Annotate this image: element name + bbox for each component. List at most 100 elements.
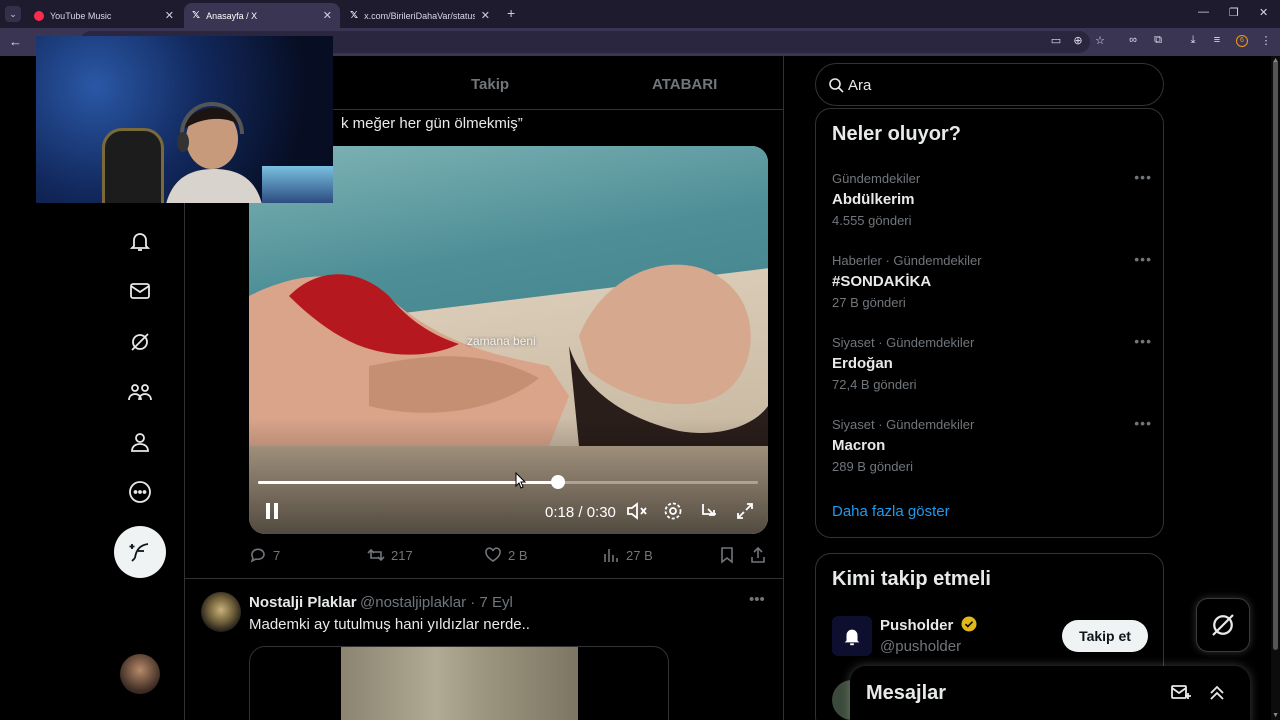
share-icon[interactable]	[749, 546, 767, 564]
grok-floating-button[interactable]	[1196, 598, 1250, 652]
scroll-up-arrow-icon[interactable]: ▲	[1272, 57, 1279, 64]
browser-menu-icon[interactable]: ⋮	[1258, 34, 1274, 47]
bookmark-star-icon[interactable]: ☆	[1092, 34, 1108, 47]
tab-close-icon[interactable]: ✕	[481, 9, 490, 22]
views-button[interactable]: 27 B	[602, 546, 653, 564]
browser-tab-bar: ⌄ YouTube Music ✕ 𝕏 Anasayfa / X ✕ 𝕏 x.c…	[0, 0, 1280, 28]
trend-name: #SONDAKİKA	[832, 273, 932, 290]
show-more-link[interactable]: Daha fazla göster	[832, 503, 950, 520]
trend-more-icon[interactable]: •••	[1134, 333, 1152, 349]
zoom-icon[interactable]: ⊕	[1070, 34, 1086, 47]
suggestion-handle: @pusholder	[880, 638, 962, 655]
trend-context: Siyaset · Gündemdekiler	[832, 335, 975, 350]
reply-icon	[250, 548, 265, 563]
tab-anasayfa-x[interactable]: 𝕏 Anasayfa / X ✕	[184, 3, 340, 28]
page-scrollbar[interactable]: ▲ ▼	[1271, 56, 1280, 720]
tweet-text: k meğer her gün ölmekmiş”	[341, 115, 523, 132]
tab-atabari[interactable]: ATABARI	[652, 76, 717, 93]
new-tab-button[interactable]: +	[507, 5, 515, 21]
account-avatar[interactable]	[120, 654, 160, 694]
tweet-divider	[185, 578, 784, 579]
tab-title: x.com/BirileriDahaVar/status/18	[364, 10, 475, 21]
trends-card: Neler oluyor? Gündemdekiler Abdülkerim 4…	[815, 108, 1164, 538]
tweet-text: Mademki ay tutulmuş hani yıldızlar nerde…	[249, 616, 530, 633]
bell-logo-icon	[844, 629, 860, 646]
webcam-overlay	[36, 36, 333, 203]
extensions-icon[interactable]: ⧉	[1150, 34, 1166, 47]
tweet-more-icon[interactable]: •••	[749, 591, 765, 608]
close-window-icon[interactable]: ✕	[1259, 6, 1268, 19]
scroll-down-arrow-icon[interactable]: ▼	[1272, 712, 1279, 719]
tab-title: Anasayfa / X	[206, 10, 258, 21]
repost-icon	[367, 548, 385, 562]
pause-icon[interactable]	[261, 500, 283, 522]
trend-item[interactable]: Gündemdekiler Abdülkerim 4.555 gönderi •…	[832, 169, 1152, 231]
tweet-media[interactable]	[249, 646, 669, 720]
trend-more-icon[interactable]: •••	[1134, 169, 1152, 185]
tab-close-icon[interactable]: ✕	[165, 9, 174, 22]
mute-icon[interactable]	[625, 500, 649, 522]
trend-count: 4.555 gönderi	[832, 213, 912, 228]
webcam-person	[166, 102, 262, 203]
who-to-follow-title: Kimi takip etmeli	[832, 568, 991, 590]
trend-count: 72,4 B gönderi	[832, 377, 917, 392]
search-input[interactable]: Ara	[848, 77, 871, 94]
messages-envelope-icon[interactable]	[122, 273, 158, 309]
search-box[interactable]: Ara	[815, 63, 1164, 106]
restore-icon[interactable]: ❐	[1229, 6, 1239, 19]
tweet-actions: 7 217 2 B 27 B	[249, 546, 768, 568]
back-arrow-icon[interactable]: ←	[9, 34, 22, 49]
tweet-author-handle[interactable]: @nostaljiplaklar · 7 Eyl	[360, 594, 513, 611]
tweet-video-player[interactable]: zamana beni 0:18 / 0:30	[249, 146, 768, 534]
download-icon[interactable]: ⤓	[1185, 34, 1201, 47]
suggestion-name[interactable]: Pusholder	[880, 616, 977, 634]
like-button[interactable]: 2 B	[484, 546, 528, 564]
tab-takip[interactable]: Takip	[471, 76, 509, 93]
video-progress-bar[interactable]	[258, 475, 758, 489]
cast-icon[interactable]: ▭	[1048, 34, 1064, 47]
repost-count: 217	[391, 547, 413, 563]
video-progress-knob[interactable]	[551, 475, 565, 489]
repost-button[interactable]: 217	[367, 546, 413, 564]
notifications-bell-icon[interactable]	[122, 223, 158, 259]
nostalji-plaklar-avatar[interactable]	[201, 592, 241, 632]
settings-gear-icon[interactable]	[661, 500, 685, 522]
media-queue-icon[interactable]: ≡	[1209, 34, 1225, 46]
extension-badge[interactable]: 6	[1236, 35, 1248, 47]
picture-in-picture-icon[interactable]	[697, 500, 721, 522]
reply-button[interactable]: 7	[249, 546, 280, 564]
minimize-icon[interactable]: —	[1198, 6, 1209, 18]
follow-button[interactable]: Takip et	[1062, 620, 1148, 652]
tweet-author-name[interactable]: Nostalji Plaklar	[249, 594, 357, 611]
messages-drawer[interactable]: Mesajlar	[850, 666, 1250, 720]
trend-name: Abdülkerim	[832, 191, 915, 208]
video-time: 0:18 / 0:30	[545, 504, 616, 521]
scrollbar-thumb[interactable]	[1273, 60, 1278, 650]
tab-youtube-music[interactable]: YouTube Music ✕	[26, 3, 182, 28]
new-message-icon[interactable]	[1170, 682, 1192, 709]
view-count: 27 B	[626, 547, 653, 563]
post-button[interactable]	[114, 526, 166, 578]
tab-close-icon[interactable]: ✕	[323, 9, 332, 22]
more-circle-icon[interactable]	[122, 474, 158, 510]
pusholder-avatar[interactable]	[832, 616, 872, 656]
trend-item[interactable]: Haberler · Gündemdekiler #SONDAKİKA 27 B…	[832, 251, 1152, 313]
messages-title: Mesajlar	[866, 682, 947, 704]
fullscreen-icon[interactable]	[733, 500, 757, 522]
profile-icon[interactable]	[122, 424, 158, 460]
tab-x-status[interactable]: 𝕏 x.com/BirileriDahaVar/status/18 ✕	[342, 3, 498, 28]
search-icon	[829, 78, 844, 93]
youtube-music-favicon-icon	[34, 10, 44, 21]
trend-item[interactable]: Siyaset · Gündemdekiler Erdoğan 72,4 B g…	[832, 333, 1152, 395]
grok-icon[interactable]	[122, 324, 158, 360]
bookmark-icon[interactable]	[718, 546, 736, 564]
trend-more-icon[interactable]: •••	[1134, 251, 1152, 267]
trend-more-icon[interactable]: •••	[1134, 415, 1152, 431]
incognito-icon[interactable]: ∞	[1125, 34, 1141, 46]
expand-drawer-icon[interactable]	[1206, 682, 1228, 709]
tab-search-button[interactable]: ⌄	[5, 6, 21, 22]
x-favicon-icon: 𝕏	[350, 10, 359, 21]
trend-item[interactable]: Siyaset · Gündemdekiler Macron 289 B gön…	[832, 415, 1152, 477]
trends-title: Neler oluyor?	[832, 123, 961, 145]
communities-icon[interactable]	[122, 374, 158, 410]
